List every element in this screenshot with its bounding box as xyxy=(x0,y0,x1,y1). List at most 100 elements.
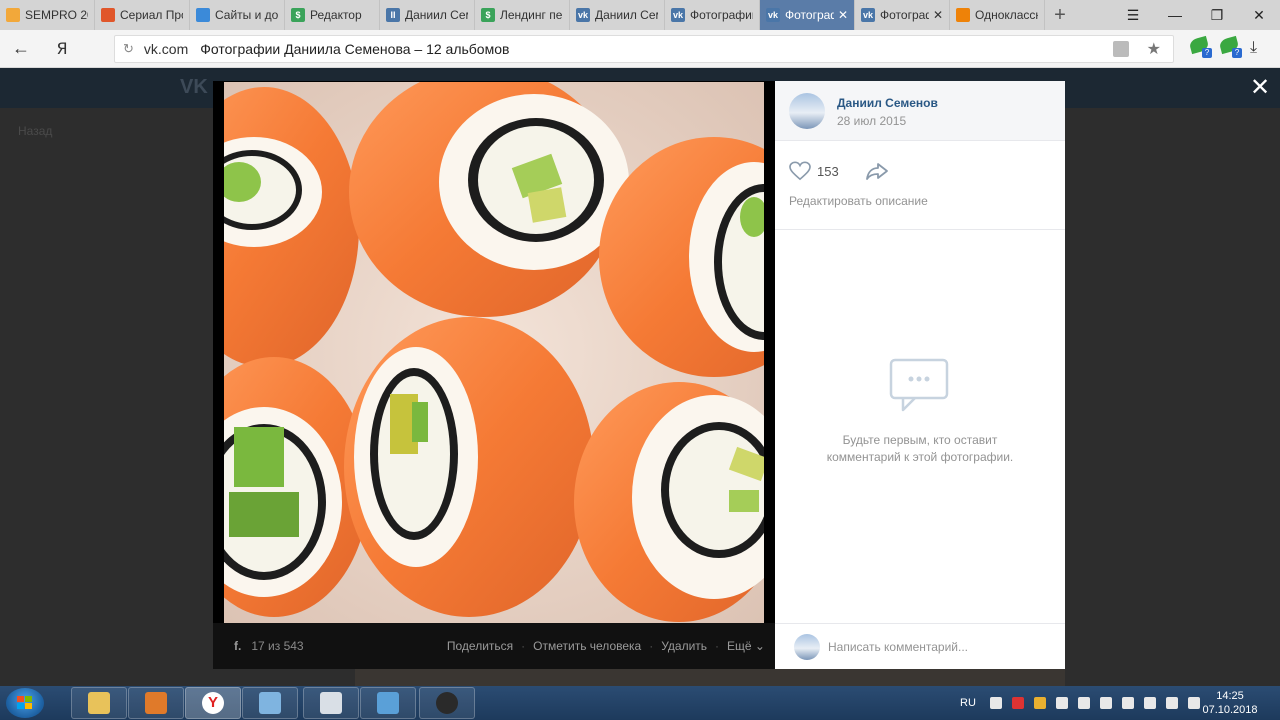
minimize-icon[interactable]: — xyxy=(1154,0,1196,30)
tab-sempro[interactable]: SEMPRO 2018 xyxy=(0,0,95,30)
tray-app-icon[interactable] xyxy=(1077,697,1090,709)
taskbar-app[interactable] xyxy=(242,687,298,719)
delete-link[interactable]: Удалить xyxy=(661,639,707,653)
close-window-icon[interactable]: ✕ xyxy=(1238,0,1280,30)
address-bar-row: ← Я ↻ vk.com Фотографии Даниила Семенова… xyxy=(0,30,1280,68)
url-page-title: Фотографии Даниила Семенова – 12 альбомо… xyxy=(200,41,510,57)
empty-comments-text: Будьте первым, кто оставит комментарий к… xyxy=(826,433,1014,464)
close-tab-icon[interactable]: ✕ xyxy=(838,8,848,22)
taskbar-explorer[interactable] xyxy=(71,687,127,719)
tray-app-icon[interactable] xyxy=(989,697,1002,709)
separator: · xyxy=(649,639,654,653)
start-button[interactable] xyxy=(6,688,44,718)
back-link[interactable]: Назад xyxy=(18,124,52,138)
avatar xyxy=(794,633,820,660)
comment-box xyxy=(775,623,1065,669)
share-link[interactable]: Поделиться xyxy=(447,639,513,653)
serial-icon xyxy=(101,8,115,22)
avatar[interactable] xyxy=(789,93,825,129)
calculator-icon xyxy=(320,692,342,714)
tab-ok[interactable]: Одноклассники xyxy=(950,0,1045,30)
dollar-icon: $ xyxy=(291,8,305,22)
new-tab-button[interactable]: + xyxy=(1045,0,1075,30)
tab-photos-active[interactable]: vk Фотографии ✕ xyxy=(760,0,855,30)
tab-title: Редактор xyxy=(310,8,362,22)
photo[interactable] xyxy=(224,82,764,623)
tray-app-icon[interactable] xyxy=(1011,697,1024,709)
url-field[interactable]: ↻ vk.com Фотографии Даниила Семенова – 1… xyxy=(114,35,1174,63)
tab-editor[interactable]: $ Редактор xyxy=(285,0,380,30)
system-tray: RU xyxy=(960,686,1210,720)
tab-photos-2[interactable]: vk Фотографии ✕ xyxy=(855,0,950,30)
clock-time: 14:25 xyxy=(1216,690,1244,702)
tab-title: SEMPRO 2018 xyxy=(25,8,88,22)
photo-date: 28 июл 2015 xyxy=(837,114,907,128)
windows-logo-icon xyxy=(17,696,32,709)
tab-daniil-vk[interactable]: vk Даниил Семенов xyxy=(570,0,665,30)
language-indicator[interactable]: RU xyxy=(960,697,976,709)
flag-icon[interactable] xyxy=(1099,697,1112,709)
volume-icon[interactable] xyxy=(1165,697,1178,709)
comments-icon xyxy=(889,358,949,412)
like-button[interactable]: 153 xyxy=(789,161,839,181)
reload-icon[interactable]: ↻ xyxy=(123,41,134,57)
window-controls: ☰ — ❐ ✕ xyxy=(1112,0,1280,30)
ok-icon xyxy=(956,8,970,22)
tab-sites[interactable]: Сайты и домены xyxy=(190,0,285,30)
edit-description-link[interactable]: Редактировать описание xyxy=(789,194,928,208)
tray-app-icon[interactable] xyxy=(1121,697,1134,709)
photo-footer: f. 17 из 543 Поделиться · Отметить челов… xyxy=(213,623,775,669)
menu-icon[interactable]: ☰ xyxy=(1112,0,1154,30)
taskbar-calculator[interactable] xyxy=(303,687,359,719)
tray-app-icon[interactable] xyxy=(1143,697,1156,709)
photo-source[interactable]: f. xyxy=(234,639,241,653)
back-arrow-icon[interactable]: ← xyxy=(0,38,42,59)
tab-title: Фотографии xyxy=(880,8,929,22)
vk-icon: vk xyxy=(861,8,875,22)
tray-app-icon[interactable] xyxy=(1055,697,1068,709)
clock-date: 07.10.2018 xyxy=(1202,704,1258,716)
extension-icon[interactable]: ? xyxy=(1188,35,1212,58)
taskbar-obs[interactable] xyxy=(419,687,475,719)
tab-serial[interactable]: Сериал Продолжение xyxy=(95,0,190,30)
like-count: 153 xyxy=(817,163,839,179)
tab-title: Сериал Продолжение xyxy=(120,8,183,22)
vk-logo: VK xyxy=(180,76,208,98)
tag-person-link[interactable]: Отметить человека xyxy=(533,639,641,653)
vk-icon: vk xyxy=(671,8,685,22)
taskbar-yandex-browser[interactable]: Y xyxy=(185,687,241,719)
pause-icon: II xyxy=(386,8,400,22)
background-photos xyxy=(355,668,1065,686)
yandex-logo[interactable]: Я xyxy=(42,39,82,58)
download-icon[interactable]: ⤓ xyxy=(1250,39,1257,57)
vk-icon: vk xyxy=(766,8,780,22)
tab-daniil[interactable]: II Даниил Семенов xyxy=(380,0,475,30)
sushi-photo xyxy=(224,82,764,623)
clock[interactable]: 14:25 07.10.2018 xyxy=(1195,689,1265,717)
media-player-icon xyxy=(145,692,167,714)
tab-landing[interactable]: $ Лендинг пейдж xyxy=(475,0,570,30)
more-link[interactable]: Ещё ⌄ xyxy=(727,639,765,653)
tab-photos-1[interactable]: vk Фотографии xyxy=(665,0,760,30)
lock-icon[interactable] xyxy=(1113,41,1129,57)
comment-input[interactable] xyxy=(828,639,1048,654)
taskbar-media[interactable] xyxy=(128,687,184,719)
taskbar-control-panel[interactable] xyxy=(360,687,416,719)
photo-viewer: f. 17 из 543 Поделиться · Отметить челов… xyxy=(213,81,1065,669)
tab-title: Фотографии xyxy=(690,8,753,22)
photo-counter: 17 из 543 xyxy=(251,639,304,653)
sites-icon xyxy=(196,8,210,22)
tab-title: Даниил Семенов xyxy=(595,8,658,22)
browser-tab-strip: SEMPRO 2018 Сериал Продолжение Сайты и д… xyxy=(0,0,1280,30)
url-domain: vk.com xyxy=(143,41,189,57)
heart-icon xyxy=(789,161,811,181)
author-name[interactable]: Даниил Семенов xyxy=(837,96,938,110)
bookmark-star-icon[interactable]: ★ xyxy=(1147,39,1161,59)
tray-app-icon[interactable] xyxy=(1033,697,1046,709)
close-tab-icon[interactable]: ✕ xyxy=(933,8,943,22)
share-icon[interactable] xyxy=(865,161,889,181)
restore-icon[interactable]: ❐ xyxy=(1196,0,1238,30)
close-viewer-icon[interactable]: ✕ xyxy=(1250,76,1270,100)
windows-taskbar: Y RU 14:25 07.10.2018 xyxy=(0,686,1280,720)
extension-icon[interactable]: ? xyxy=(1218,35,1242,58)
